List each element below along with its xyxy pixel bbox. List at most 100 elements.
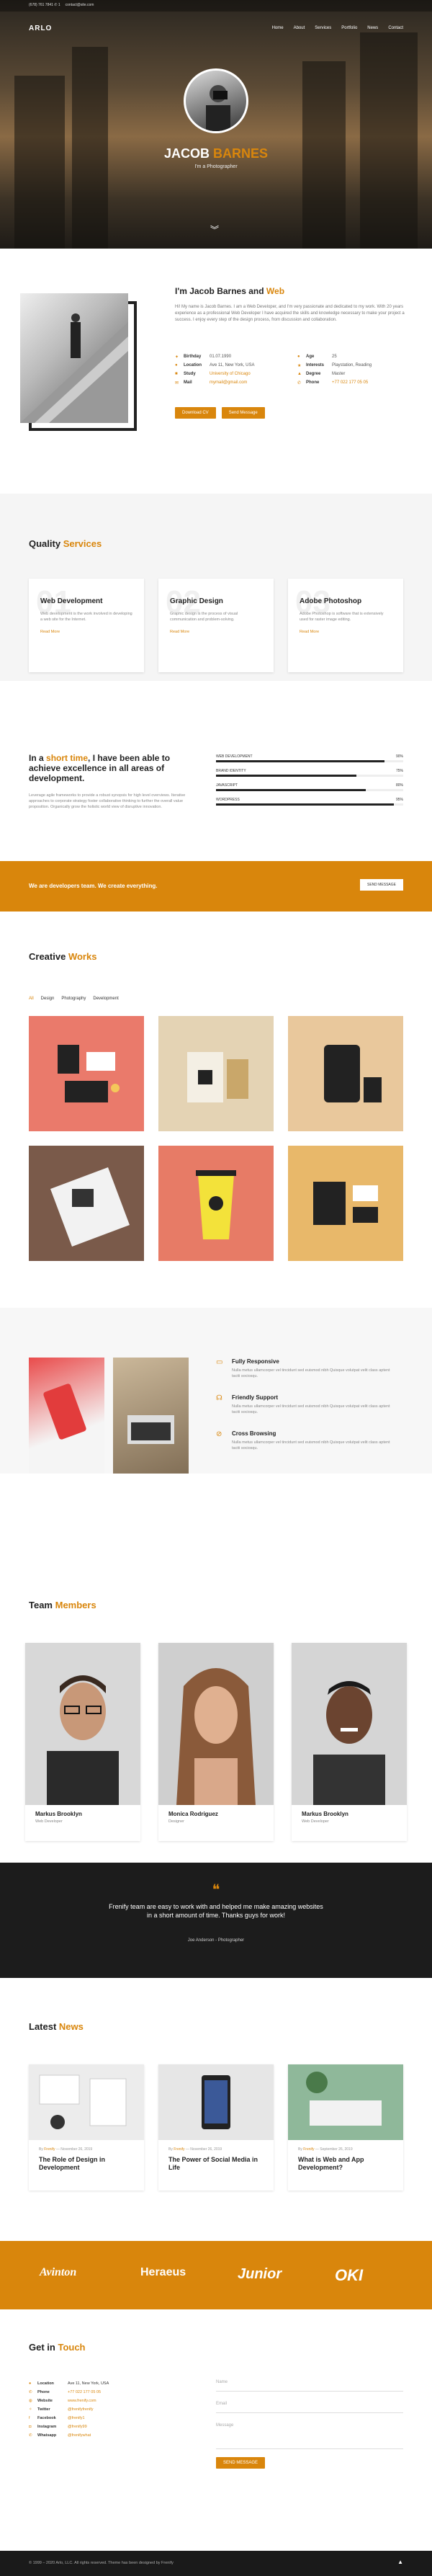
book-icon: ■ <box>175 372 178 376</box>
back-to-top-icon[interactable]: ▲ <box>397 2559 403 2565</box>
camera-person-illustration <box>206 85 230 131</box>
post-title[interactable]: The Role of Design in Development <box>39 2156 134 2172</box>
team-member-card[interactable]: Markus Brooklyn Web Developer <box>25 1643 140 1841</box>
filter-photography[interactable]: Photography <box>61 997 86 1001</box>
filter-all[interactable]: All <box>29 997 34 1001</box>
team-title: Team Members <box>29 1600 96 1610</box>
team-member-card[interactable]: Monica Rodriguez Designer <box>158 1643 274 1841</box>
post-meta: By Frenify — November 26, 2019 <box>168 2147 222 2152</box>
post-author[interactable]: Frenify <box>174 2147 184 2152</box>
read-more-link[interactable]: Read More <box>300 630 392 634</box>
contact-value[interactable]: www.frenify.com <box>68 2399 96 2403</box>
nav-item-services[interactable]: Services <box>315 26 331 30</box>
contact-value[interactable]: @frenifywhat <box>68 2433 91 2438</box>
works-section: Creative Works All Design Photography De… <box>0 912 432 1308</box>
contact-value[interactable]: @frenify99 <box>68 2425 87 2429</box>
send-message-button[interactable]: Send Message <box>221 407 265 419</box>
name-field[interactable]: Name <box>216 2380 403 2392</box>
services-title-b: Services <box>63 538 102 549</box>
read-more-link[interactable]: Read More <box>40 630 132 634</box>
info-phone: ✆ Phone +77 022 177 05 05 <box>297 380 413 385</box>
cta-send-message-button[interactable]: SEND MESSAGE <box>359 879 403 891</box>
portfolio-item[interactable] <box>288 1016 403 1131</box>
nav-item-contact[interactable]: Contact <box>388 26 403 30</box>
logo[interactable]: ARLO <box>29 24 52 32</box>
post-meta: By Frenify — November 26, 2019 <box>39 2147 93 2152</box>
testimonial-section: ❝ Frenify team are easy to work with and… <box>0 1863 432 1978</box>
email-field[interactable]: Email <box>216 2402 403 2413</box>
filter-design[interactable]: Design <box>41 997 55 1001</box>
download-cv-button[interactable]: Download CV <box>175 407 216 419</box>
post-title[interactable]: What is Web and App Development? <box>298 2156 393 2172</box>
member-photo <box>158 1643 274 1805</box>
hero-avatar <box>184 68 248 133</box>
nav-item-home[interactable]: Home <box>272 26 284 30</box>
info-value[interactable]: mymail@gmail.com <box>210 380 247 385</box>
skills-title-a: In a <box>29 753 44 763</box>
man-smiling-portrait <box>313 1681 385 1805</box>
team-member-card[interactable]: Markus Brooklyn Web Developer <box>292 1643 407 1841</box>
testimonial-text: Frenify team are easy to work with and h… <box>109 1903 323 1919</box>
contact-twitter: ✧ Twitter @frenifyfrenify <box>29 2407 94 2412</box>
news-post-card[interactable]: By Frenify — September 26, 2019 What is … <box>288 2064 403 2191</box>
post-author[interactable]: Frenify <box>44 2147 55 2152</box>
contact-value[interactable]: +77 022 177 05 05 <box>68 2390 101 2394</box>
info-key: Study <box>184 372 196 376</box>
contact-instagram: ◘ Instagram @frenify99 <box>29 2425 87 2429</box>
feature-title: Friendly Support <box>232 1394 278 1401</box>
nav-item-news[interactable]: News <box>367 26 378 30</box>
portfolio-item[interactable] <box>29 1016 144 1131</box>
post-title[interactable]: The Power of Social Media in Life <box>168 2156 264 2172</box>
contact-key: Facebook <box>37 2416 56 2420</box>
info-key: Mail <box>184 380 192 385</box>
about-title-prefix: I'm Jacob Barnes and <box>175 286 264 296</box>
news-post-card[interactable]: By Frenify — November 26, 2019 The Power… <box>158 2064 274 2191</box>
skill-percent: 95% <box>395 798 403 802</box>
read-more-link[interactable]: Read More <box>170 630 262 634</box>
contact-title-b: Touch <box>58 2342 86 2353</box>
chevron-double-down-icon[interactable]: ︾ <box>210 223 219 236</box>
top-bar: (678) 761 7841 ✆ 1 contact@site.com <box>0 0 432 12</box>
post-by: By <box>168 2147 173 2152</box>
message-field[interactable]: Message <box>216 2423 403 2449</box>
portfolio-item[interactable] <box>288 1146 403 1261</box>
portfolio-item[interactable] <box>29 1146 144 1261</box>
works-title: Creative Works <box>29 951 96 962</box>
services-title-a: Quality <box>29 538 61 549</box>
portfolio-item[interactable] <box>158 1016 274 1131</box>
contact-section: Get in Touch ● Location Ave 11, New York, … <box>0 2309 432 2551</box>
map-pin-icon: ● <box>175 363 178 367</box>
filter-development[interactable]: Development <box>93 997 118 1001</box>
smartphone-illustration <box>43 1383 86 1440</box>
contact-send-button[interactable]: SEND MESSAGE <box>216 2457 266 2469</box>
coffee-cup-illustration <box>196 1170 236 1239</box>
post-image <box>158 2064 274 2140</box>
info-value: 01.07.1990 <box>210 355 232 359</box>
nav-item-portfolio[interactable]: Portfolio <box>341 26 357 30</box>
about-photo <box>20 293 128 423</box>
member-name: Monica Rodriguez <box>168 1811 218 1817</box>
keyboard-plant-illustration <box>306 2072 382 2126</box>
whatsapp-icon: ✆ <box>29 2433 32 2438</box>
about-text: Hi! My name is Jacob Barnes. I am a Web … <box>175 305 405 322</box>
twitter-icon: ✧ <box>29 2407 32 2412</box>
contact-value[interactable]: @frenify1 <box>68 2416 85 2420</box>
news-post-card[interactable]: By Frenify — November 26, 2019 The Role … <box>29 2064 144 2191</box>
news-section: Latest News By Frenify — November 26, 20… <box>0 1978 432 2241</box>
portfolio-item[interactable] <box>158 1146 274 1261</box>
info-study: ■ Study University of Chicago <box>175 372 290 376</box>
phone-icon: ✆ <box>297 381 302 385</box>
team-section: Team Members Markus Brooklyn Web Develop… <box>0 1474 432 1863</box>
nav-item-about[interactable]: About <box>294 26 305 30</box>
post-author[interactable]: Frenify <box>303 2147 314 2152</box>
team-title-b: Members <box>55 1600 96 1610</box>
service-card: 01 Web Development Web development is th… <box>29 579 144 672</box>
quote-icon: ❝ <box>212 1882 220 1898</box>
info-key: Birthday <box>184 355 202 359</box>
facebook-icon: f <box>29 2416 30 2420</box>
skill-bar: WORDPRESS 95% <box>216 798 403 806</box>
topbar-email[interactable]: contact@site.com <box>66 3 94 7</box>
user-icon: ● <box>297 355 300 359</box>
contact-value[interactable]: @frenifyfrenify <box>68 2407 94 2412</box>
about-title-highlight: Web <box>266 286 285 296</box>
